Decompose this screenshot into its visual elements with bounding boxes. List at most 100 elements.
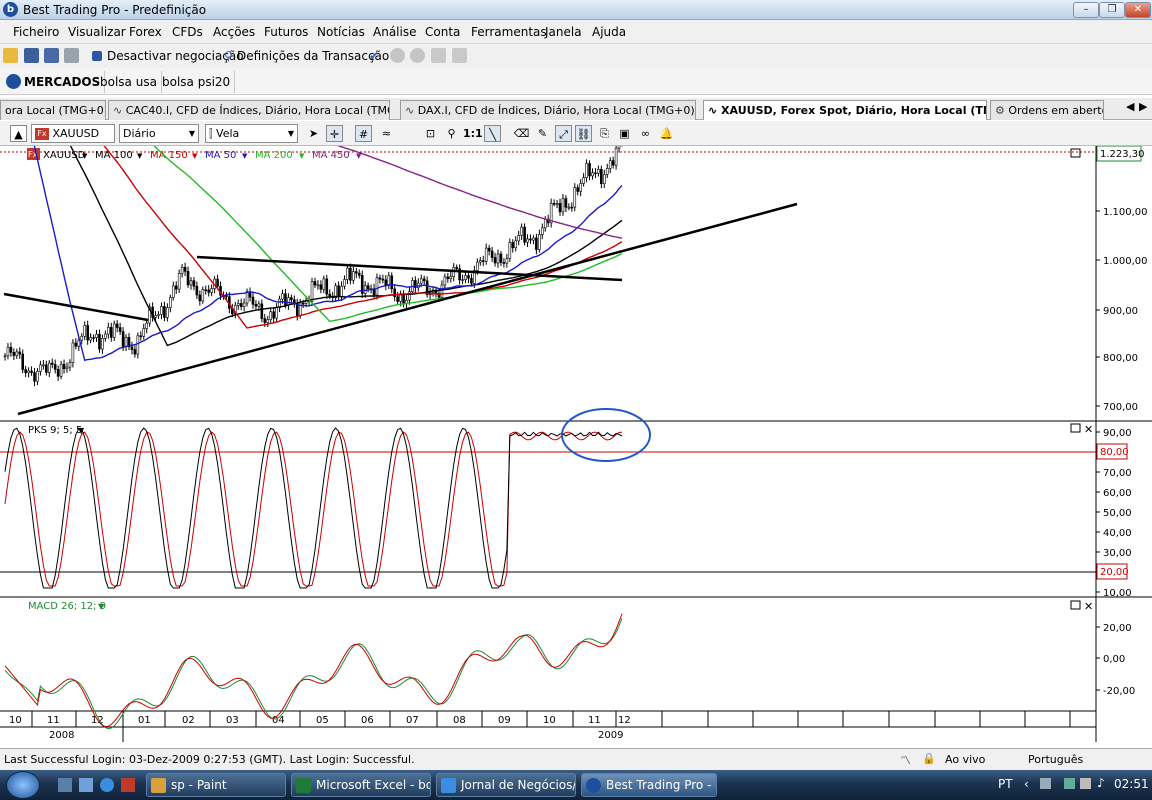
copy-icon[interactable]: ⎘	[596, 125, 613, 142]
input-language[interactable]: PT	[998, 777, 1013, 791]
menu-analise[interactable]: Análise	[373, 25, 416, 39]
period-select[interactable]: Diário ▼	[119, 124, 199, 143]
show-desktop-icon[interactable]	[58, 778, 72, 792]
volume-icon[interactable]: ♪	[1097, 776, 1105, 790]
menu-cfds[interactable]: CFDs	[172, 25, 203, 39]
candle-body	[266, 319, 270, 323]
chart-toolbar: ▲ Fx XAUUSD Diário ▼ ⫿ Vela ▼ ➤ ✛ # ≈ ⊡ ⚲ …	[0, 121, 1152, 146]
window-icon[interactable]: ▣	[616, 125, 633, 142]
network-icon[interactable]	[1040, 778, 1051, 789]
menu-conta[interactable]: Conta	[425, 25, 460, 39]
markets-tab[interactable]: MERCADOS	[20, 71, 106, 93]
app-quicklaunch-icon[interactable]	[121, 778, 135, 792]
chart-tab-active[interactable]: ∿ XAUUSD, Forex Spot, Diário, Hora Local…	[703, 100, 987, 120]
tab-scroll-right-icon[interactable]: ▶	[1139, 100, 1147, 113]
task-best-trading[interactable]: Best Trading Pro - P...	[581, 773, 717, 797]
link-icon[interactable]: ⛓	[575, 125, 592, 142]
chart-tab[interactable]: ora Local (TMG+0)	[0, 100, 106, 120]
watchlist-tab-bolsa-psi20[interactable]: bolsa psi20	[158, 71, 236, 93]
chart-tab[interactable]: ⚙ Ordens em aberto	[990, 100, 1104, 120]
pks-label: PKS 9; 5; 5	[28, 425, 82, 436]
candle-body	[251, 296, 255, 305]
measure-icon[interactable]: ⊡	[422, 125, 439, 142]
candle-body	[3, 355, 7, 358]
menu-forex[interactable]: Forex	[129, 25, 162, 39]
candle-body	[112, 323, 116, 338]
chart-tab[interactable]: ∿ CAC40.I, CFD de Índices, Diário, Hora …	[108, 100, 390, 120]
symbol-field[interactable]: Fx XAUUSD	[31, 124, 115, 143]
ie-icon[interactable]	[100, 778, 114, 792]
chart-area[interactable]: 1.223,30 Fx XAUUSD ▼ MA 100 ▼ MA 150 ▼ MA 50 ▼ MA…	[0, 0, 1152, 742]
indicator-icon[interactable]: ≈	[378, 125, 395, 142]
candle-body	[564, 198, 568, 208]
save-icon[interactable]	[24, 48, 39, 63]
pks-upper-label: 80,00	[1100, 447, 1129, 458]
menu-accoes[interactable]: Acções	[213, 25, 255, 39]
settings-icon[interactable]: ⚲	[224, 48, 233, 64]
alert-bell-icon[interactable]: 🔔	[658, 125, 675, 142]
price-tick-label: 1.100,00	[1103, 207, 1148, 218]
candle-body	[505, 258, 509, 264]
drawing-icon[interactable]: ✎	[534, 125, 551, 142]
menu-ficheiro[interactable]: Ficheiro	[13, 25, 59, 39]
candle-body	[325, 278, 329, 295]
trendline-icon[interactable]: ╲	[484, 125, 501, 142]
candle-body	[177, 273, 181, 290]
macd-tick-label: 0,00	[1103, 654, 1125, 665]
task-browser[interactable]: Jornal de Negócios/...	[436, 773, 576, 797]
chart-style-select[interactable]: ⫿ Vela ▼	[205, 124, 298, 143]
candle-body	[157, 314, 160, 316]
forward-icon[interactable]	[410, 48, 425, 63]
chain-icon[interactable]: ∞	[637, 125, 654, 142]
menu-ajuda[interactable]: Ajuda	[592, 25, 626, 39]
close-button[interactable]: ✕	[1125, 2, 1151, 18]
tab-scroll-left-icon[interactable]: ◀	[1126, 100, 1134, 113]
crosshair-icon[interactable]: ✛	[326, 125, 343, 142]
print-icon[interactable]	[64, 48, 79, 63]
tray-arrow-icon[interactable]: ‹	[1024, 777, 1029, 791]
candle-body	[328, 293, 332, 297]
candle-body	[487, 247, 491, 252]
chart-tab[interactable]: ∿ DAX.I, CFD de Índices, Diário, Hora Lo…	[400, 100, 696, 120]
start-button[interactable]	[6, 771, 40, 799]
candle-body	[366, 285, 370, 290]
menu-noticias[interactable]: Notícias	[317, 25, 365, 39]
candle-body	[517, 235, 520, 242]
check-icon[interactable]: ✔	[369, 48, 379, 64]
zoom-icon[interactable]: ⚲	[443, 125, 460, 142]
candle-body	[245, 291, 249, 304]
collapse-icon[interactable]: ▲	[10, 125, 27, 142]
menu-visualizar[interactable]: Visualizar	[68, 25, 126, 39]
menu-janela[interactable]: Janela	[545, 25, 582, 39]
maximize-button[interactable]: ❐	[1099, 2, 1125, 18]
watchlist-tab-bolsa-usa[interactable]: bolsa usa	[96, 71, 162, 93]
explorer-icon[interactable]	[79, 778, 93, 792]
year-label: 2008	[49, 730, 74, 741]
grid-icon[interactable]: #	[355, 125, 372, 142]
expand-icon[interactable]: ⤢	[555, 125, 572, 142]
price-tick-label: 800,00	[1103, 353, 1138, 364]
tray-app-icon[interactable]	[1064, 778, 1075, 789]
menu-futuros[interactable]: Futuros	[264, 25, 308, 39]
home-icon[interactable]	[431, 48, 446, 63]
chart-canvas[interactable]: 1.223,30 Fx XAUUSD▼ MA 100 ▼ MA 150 ▼ MA 50 ▼ MA…	[0, 0, 1152, 742]
clock[interactable]: 02:51	[1114, 777, 1149, 791]
menu-ferramentas[interactable]: Ferramentas	[471, 25, 547, 39]
task-paint[interactable]: sp - Paint	[146, 773, 286, 797]
eraser-icon[interactable]: ⌫	[513, 125, 530, 142]
transaction-settings-button[interactable]: Definições da Transacção	[237, 48, 389, 64]
pointer-icon[interactable]: ➤	[305, 125, 322, 142]
open-folder-icon[interactable]	[3, 48, 18, 63]
month-label: 04	[272, 715, 285, 726]
back-icon[interactable]	[390, 48, 405, 63]
candle-body	[496, 253, 500, 264]
deactivate-trading-icon[interactable]	[92, 51, 102, 61]
tray-app-icon[interactable]	[1080, 778, 1091, 789]
minimize-button[interactable]: –	[1073, 2, 1099, 18]
save-as-icon[interactable]	[44, 48, 59, 63]
zoom-reset-icon[interactable]: 1:1	[463, 125, 483, 142]
candle-body	[272, 311, 275, 319]
candle-body	[86, 325, 89, 341]
task-excel[interactable]: Microsoft Excel - bo...	[291, 773, 431, 797]
refresh-icon[interactable]	[452, 48, 467, 63]
